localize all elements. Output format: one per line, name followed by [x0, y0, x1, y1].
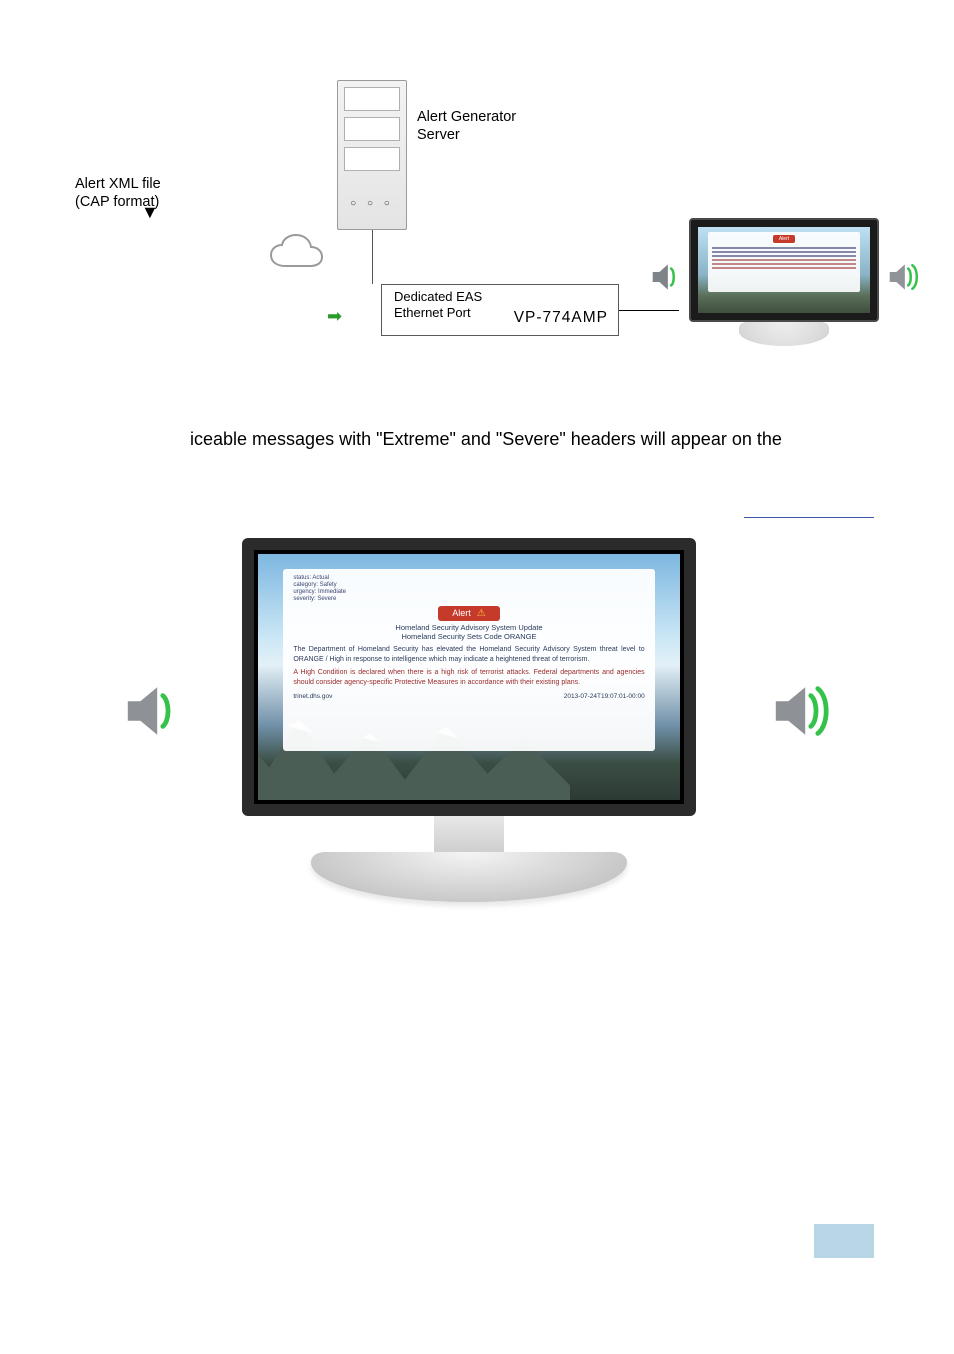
- cloud-icon: [265, 232, 329, 274]
- alert-footer-source: trinet.dhs.gov: [293, 693, 332, 700]
- page-number-box: [814, 1224, 874, 1258]
- system-diagram: Alert XML file (CAP format) ▼ ○ ○ ○ Aler…: [75, 60, 875, 355]
- speaker-right-icon: [883, 256, 925, 298]
- device-box: Dedicated EAS Ethernet Port VP-774AMP: [381, 284, 619, 336]
- alert-badge-small: Alert: [773, 235, 795, 243]
- alert-panel: status: Actual category: Safety urgency:…: [283, 569, 654, 751]
- xml-file-label-line1: Alert XML file: [75, 175, 161, 193]
- alert-meta: status: Actual category: Safety urgency:…: [293, 575, 644, 604]
- alert-body-1: The Department of Homeland Security has …: [293, 645, 644, 664]
- body-text-fragment: iceable messages with "Extreme" and "Sev…: [190, 426, 890, 453]
- emergency-alert-screenshot: status: Actual category: Safety urgency:…: [60, 538, 880, 918]
- arrow-down-icon: ▼: [141, 202, 159, 223]
- alert-generator-server-icon: ○ ○ ○: [337, 80, 407, 230]
- speaker-left-icon: [118, 676, 188, 746]
- display-preview: Alert: [689, 218, 879, 346]
- alert-footer-timestamp: 2013-07-24T19:07:01-00:00: [564, 693, 645, 700]
- device-model: VP-774AMP: [514, 309, 608, 327]
- display-monitor: status: Actual category: Safety urgency:…: [242, 538, 696, 916]
- alert-headline: Homeland Security Advisory System Update…: [293, 623, 644, 642]
- alert-body-2: A High Condition is declared when there …: [293, 668, 644, 687]
- arrow-right-icon: ➡: [327, 306, 342, 327]
- alert-footer: trinet.dhs.gov 2013-07-24T19:07:01-00:00: [293, 693, 644, 700]
- speaker-right-icon: [766, 676, 836, 746]
- header-link-underline: [744, 515, 874, 518]
- server-label: Alert Generator Server: [417, 108, 516, 144]
- speaker-left-icon: [646, 256, 688, 298]
- connector-line: [372, 230, 373, 284]
- dedicated-port-label: Dedicated EAS Ethernet Port: [394, 289, 482, 322]
- alert-overlay-small: Alert: [708, 232, 859, 292]
- connector-line: [619, 310, 679, 311]
- alert-badge: Alert: [438, 606, 499, 621]
